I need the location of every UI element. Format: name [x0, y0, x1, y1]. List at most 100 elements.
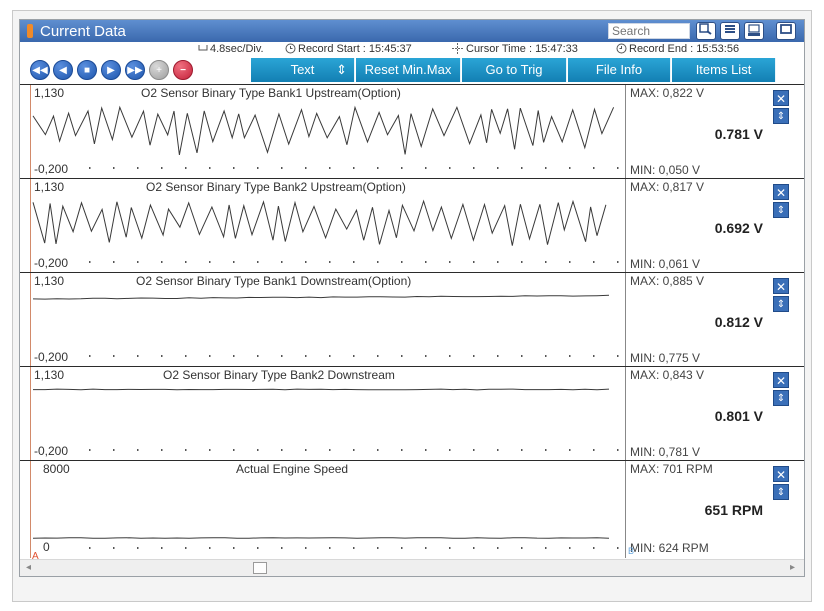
x-tick — [473, 167, 475, 169]
reset-min-max-button[interactable]: Reset Min.Max — [356, 58, 461, 82]
x-tick — [401, 449, 403, 451]
x-tick — [353, 261, 355, 263]
scroll-right-icon[interactable]: ▸ — [790, 562, 795, 573]
x-tick — [89, 355, 91, 357]
move-icon[interactable]: ⇕ — [773, 108, 789, 124]
x-tick — [425, 261, 427, 263]
x-ticks — [89, 167, 619, 169]
text-view-label: Text — [290, 62, 315, 77]
min-value: MIN: 0,061 V — [630, 257, 701, 271]
x-tick — [497, 547, 499, 549]
x-ticks — [89, 355, 619, 357]
cursor-icon — [452, 43, 463, 57]
x-tick — [209, 261, 211, 263]
stop-icon[interactable]: ■ — [77, 60, 97, 80]
x-tick — [233, 355, 235, 357]
x-tick — [521, 261, 523, 263]
x-ticks — [89, 547, 619, 549]
list-icon[interactable] — [720, 22, 740, 40]
x-tick — [89, 547, 91, 549]
min-value: MIN: 0,050 V — [630, 163, 701, 177]
x-tick — [329, 355, 331, 357]
x-tick — [257, 355, 259, 357]
text-view-select[interactable]: Text ⇕ — [251, 58, 355, 82]
scroll-left-icon[interactable]: ◂ — [26, 562, 31, 573]
graph-panel: 1,130 -0,200 O2 Sensor Binary Type Bank2… — [20, 178, 804, 272]
end-clock-icon — [616, 43, 627, 57]
x-tick — [401, 261, 403, 263]
close-icon[interactable]: ✕ — [773, 184, 789, 200]
x-tick — [185, 167, 187, 169]
x-tick — [113, 547, 115, 549]
x-tick — [377, 167, 379, 169]
x-tick — [545, 355, 547, 357]
x-tick — [257, 449, 259, 451]
x-tick — [185, 547, 187, 549]
max-value: MAX: 0,817 V — [630, 180, 705, 194]
record-end: Record End : 15:53:56 — [629, 43, 740, 55]
close-icon[interactable]: ✕ — [773, 372, 789, 388]
maximize-icon[interactable] — [776, 22, 796, 40]
scroll-thumb[interactable] — [253, 562, 267, 574]
x-ticks — [89, 449, 619, 451]
move-icon[interactable]: ⇕ — [773, 484, 789, 500]
x-tick — [137, 449, 139, 451]
search-input[interactable] — [608, 23, 690, 39]
x-tick — [425, 355, 427, 357]
current-value: 0.801 V — [714, 408, 763, 424]
move-icon[interactable]: ⇕ — [773, 296, 789, 312]
zoom-icon[interactable] — [696, 22, 716, 40]
record-start: Record Start : 15:45:37 — [298, 43, 412, 55]
current-value: 0.692 V — [714, 220, 763, 236]
x-ticks — [89, 261, 619, 263]
plot-area: 1,130 -0,200 O2 Sensor Binary Type Bank2… — [30, 179, 626, 272]
x-tick — [425, 449, 427, 451]
move-icon[interactable]: ⇕ — [773, 202, 789, 218]
x-tick — [569, 547, 571, 549]
go-to-trig-button[interactable]: Go to Trig — [462, 58, 567, 82]
horizontal-scrollbar[interactable]: ◂ ▸ — [20, 559, 804, 576]
x-tick — [617, 261, 619, 263]
x-tick — [161, 167, 163, 169]
waveform-svg — [33, 388, 619, 451]
value-panel: MAX: 0,817 V 0.692 V MIN: 0,061 V — [627, 179, 767, 272]
x-tick — [353, 449, 355, 451]
rewind-icon[interactable]: ◀◀ — [30, 60, 50, 80]
x-tick — [593, 355, 595, 357]
x-tick — [113, 167, 115, 169]
graph-panel: 8000 0 Actual Engine Speed MAX: 701 RPM … — [20, 460, 804, 558]
x-tick — [185, 261, 187, 263]
title-bar: Current Data — [20, 20, 804, 42]
graph-area: 1,130 -0,200 O2 Sensor Binary Type Bank1… — [20, 84, 804, 558]
x-tick — [185, 355, 187, 357]
graph-panel: 1,130 -0,200 O2 Sensor Binary Type Bank1… — [20, 272, 804, 366]
zoom-in-icon[interactable]: + — [149, 60, 169, 80]
app-icon — [27, 24, 33, 38]
playback-toolbar: ◀◀ ◀ ■ ▶ ▶▶ + − Text ⇕ Reset Min.Max Go … — [20, 57, 804, 83]
close-icon[interactable]: ✕ — [773, 278, 789, 294]
items-list-button[interactable]: Items List — [672, 58, 776, 82]
retry-icon[interactable] — [744, 22, 764, 40]
move-icon[interactable]: ⇕ — [773, 390, 789, 406]
x-tick — [401, 167, 403, 169]
x-tick — [449, 167, 451, 169]
file-info-button[interactable]: File Info — [568, 58, 671, 82]
min-value: MIN: 0,781 V — [630, 445, 701, 459]
x-tick — [377, 449, 379, 451]
x-tick — [593, 261, 595, 263]
zoom-out-icon[interactable]: − — [173, 60, 193, 80]
close-icon[interactable]: ✕ — [773, 90, 789, 106]
close-icon[interactable]: ✕ — [773, 466, 789, 482]
x-tick — [257, 547, 259, 549]
fast-forward-icon[interactable]: ▶▶ — [125, 60, 145, 80]
cursor-b-marker[interactable]: B — [628, 546, 634, 556]
x-tick — [521, 449, 523, 451]
step-back-icon[interactable]: ◀ — [53, 60, 73, 80]
x-tick — [401, 355, 403, 357]
division-icon — [198, 43, 208, 55]
engine-speed-trace — [32, 537, 610, 539]
play-icon[interactable]: ▶ — [101, 60, 121, 80]
x-tick — [161, 547, 163, 549]
x-tick — [593, 167, 595, 169]
x-tick — [161, 449, 163, 451]
